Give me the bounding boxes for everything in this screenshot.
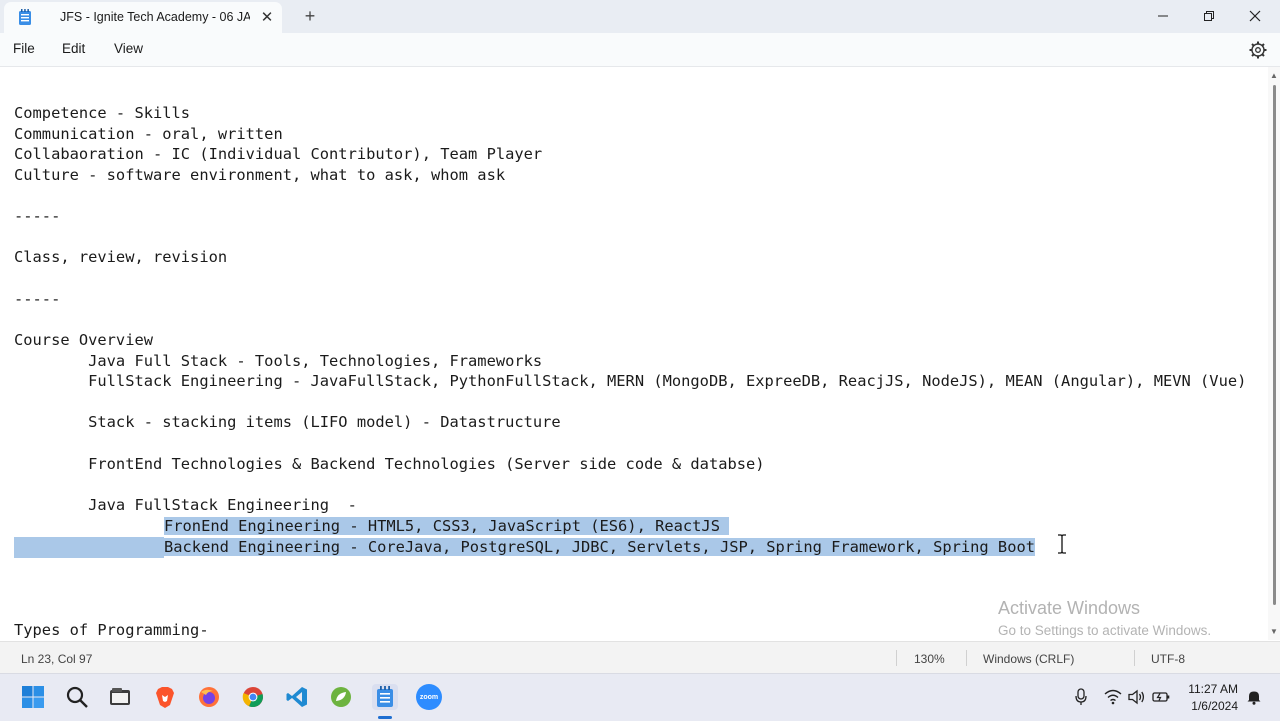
editor-line: Class, review, revision [14, 248, 228, 266]
battery-charging-icon[interactable] [1152, 688, 1170, 706]
editor-line: Competence - Skills [14, 104, 191, 122]
editor-line: ----- [14, 290, 61, 308]
clock-time: 11:27 AM [1188, 682, 1238, 696]
minimize-button[interactable] [1140, 0, 1186, 32]
editor-line: Stack - stacking items (LIFO model) - Da… [14, 413, 561, 431]
windows-start-icon[interactable] [20, 684, 46, 710]
editor-line: FullStack Engineering - JavaFullStack, P… [14, 372, 1247, 390]
spring-tools-icon[interactable] [328, 684, 354, 710]
brave-lion-icon [156, 687, 174, 708]
tab-title: JFS - Ignite Tech Academy - 06 JAI [60, 10, 250, 24]
menu-file[interactable]: File [13, 41, 35, 56]
encoding: UTF-8 [1151, 652, 1185, 666]
active-app-indicator [378, 716, 392, 719]
title-bar: JFS - Ignite Tech Academy - 06 JAI ✕ + [0, 0, 1280, 33]
selected-line-backend: Backend Engineering - CoreJava, PostgreS… [164, 537, 1035, 558]
wifi-icon[interactable] [1104, 688, 1122, 706]
activate-windows-title: Activate Windows [998, 598, 1141, 618]
menu-view[interactable]: View [114, 41, 143, 56]
selected-line-frontend: FronEnd Engineering - HTML5, CSS3, JavaS… [164, 516, 730, 537]
search-icon[interactable] [64, 684, 90, 710]
menu-edit[interactable]: Edit [62, 41, 85, 56]
minimize-icon [1158, 15, 1168, 17]
magnifier-icon [66, 686, 88, 708]
status-divider [896, 650, 897, 666]
volume-icon[interactable] [1128, 688, 1146, 706]
status-divider [1134, 650, 1135, 666]
firefox-logo-icon [199, 687, 219, 707]
scroll-down-arrow-icon[interactable]: ▼ [1270, 627, 1278, 636]
microphone-icon[interactable] [1072, 688, 1090, 706]
notepad-icon [377, 686, 393, 707]
editor-line: Course Overview [14, 331, 153, 349]
selected-text: FronEnd Engineering - HTML5, CSS3, JavaS… [164, 517, 730, 535]
text-editor[interactable]: Competence - Skills Communication - oral… [0, 67, 1268, 640]
status-divider [966, 650, 967, 666]
selection-highlight [14, 537, 164, 558]
zoom-app-icon[interactable]: zoom [416, 684, 442, 710]
editor-line: Java Full Stack - Tools, Technologies, F… [14, 352, 543, 370]
vertical-scrollbar[interactable]: ▲ ▼ [1268, 67, 1280, 640]
restore-icon [1204, 11, 1214, 21]
editor-line: Culture - software environment, what to … [14, 166, 506, 184]
line-ending: Windows (CRLF) [983, 652, 1075, 666]
cursor-position: Ln 23, Col 97 [21, 652, 93, 666]
zoom-logo: zoom [416, 684, 442, 710]
editor-line: Types of Programming- [14, 621, 209, 639]
editor-line: Java FullStack Engineering - [14, 496, 357, 514]
status-bar: Ln 23, Col 97 130% Windows (CRLF) UTF-8 [0, 641, 1280, 674]
notepad-icon [19, 9, 31, 25]
document-tab[interactable]: JFS - Ignite Tech Academy - 06 JAI ✕ [4, 2, 282, 33]
close-icon [1249, 10, 1261, 22]
close-window-button[interactable] [1232, 0, 1278, 32]
clock-date: 1/6/2024 [1191, 699, 1238, 713]
chrome-logo-icon [242, 687, 263, 708]
scroll-up-arrow-icon[interactable]: ▲ [1270, 71, 1278, 80]
vscode-icon[interactable] [284, 684, 310, 710]
spring-leaf-icon [331, 687, 351, 707]
activate-windows-subtitle: Go to Settings to activate Windows. [998, 623, 1212, 638]
selected-text: Backend Engineering - CoreJava, PostgreS… [164, 538, 1035, 556]
maximize-button[interactable] [1186, 0, 1232, 32]
firefox-icon[interactable] [196, 684, 222, 710]
notifications-icon[interactable] [1245, 688, 1263, 706]
ibeam-cursor-icon [1058, 534, 1066, 554]
taskbar: zoom 11:27 AM 1/6/2024 [0, 673, 1280, 721]
windows-logo-icon [22, 686, 44, 708]
scrollbar-thumb[interactable] [1273, 85, 1276, 605]
editor-line: ----- [14, 207, 61, 225]
brave-browser-icon[interactable] [152, 684, 178, 710]
editor-line: Communication - oral, written [14, 125, 283, 143]
vscode-logo-icon [286, 687, 307, 707]
notepad-taskbar-icon[interactable] [372, 684, 398, 710]
zoom-level: 130% [914, 652, 945, 666]
tab-close-button[interactable]: ✕ [256, 7, 278, 29]
new-tab-button[interactable]: + [299, 5, 321, 27]
settings-gear-icon[interactable] [1248, 40, 1268, 60]
menu-bar: File Edit View [0, 33, 1280, 67]
editor-line: Collabaoration - IC (Individual Contribu… [14, 145, 543, 163]
system-clock[interactable]: 11:27 AM 1/6/2024 [1178, 681, 1238, 715]
chrome-icon[interactable] [240, 684, 266, 710]
editor-line: FrontEnd Technologies & Backend Technolo… [14, 455, 765, 473]
file-explorer-icon[interactable] [107, 684, 133, 710]
folder-icon [110, 688, 130, 705]
